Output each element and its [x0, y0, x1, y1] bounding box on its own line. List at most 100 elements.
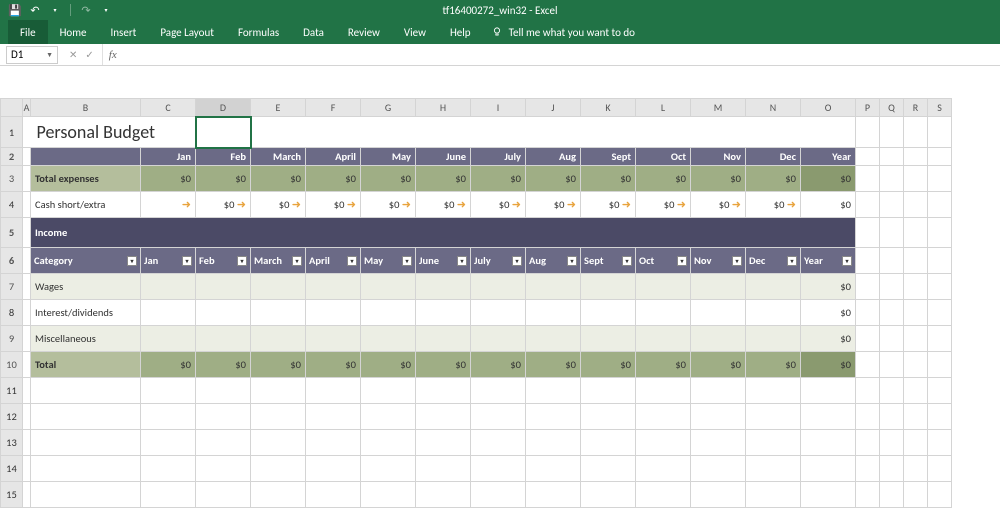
col-header-h[interactable]: H	[416, 99, 471, 117]
cell-value[interactable]: $0	[581, 166, 635, 191]
row-header[interactable]: 9	[1, 326, 23, 352]
row-header[interactable]: 7	[1, 274, 23, 300]
tab-review[interactable]: Review	[336, 20, 392, 44]
cell-value[interactable]: $0	[801, 300, 855, 325]
cell-value[interactable]: $0	[196, 166, 250, 191]
tab-page-layout[interactable]: Page Layout	[148, 20, 226, 44]
filter-dropdown-icon[interactable]: ▾	[512, 256, 522, 266]
filter-dropdown-icon[interactable]: ▾	[677, 256, 687, 266]
col-header-q[interactable]: Q	[880, 99, 904, 117]
col-header-n[interactable]: N	[746, 99, 801, 117]
filter-dropdown-icon[interactable]: ▾	[787, 256, 797, 266]
col-header-m[interactable]: M	[691, 99, 746, 117]
col-header-b[interactable]: B	[31, 99, 141, 117]
cell-value[interactable]: $0	[251, 166, 305, 191]
cell-value[interactable]: $0	[581, 352, 635, 377]
cell-value[interactable]: $0	[306, 352, 360, 377]
cell-value[interactable]: $0	[636, 352, 690, 377]
chevron-down-icon[interactable]: ▼	[46, 50, 53, 59]
row-header[interactable]: 15	[1, 482, 23, 508]
cell-value[interactable]: $0	[306, 166, 360, 191]
row-header[interactable]: 11	[1, 378, 23, 404]
cell-value[interactable]: $0	[251, 352, 305, 377]
undo-dropdown-icon[interactable]: ▾	[48, 3, 62, 17]
col-header-j[interactable]: J	[526, 99, 581, 117]
tab-file[interactable]: File	[8, 20, 48, 44]
tab-home[interactable]: Home	[48, 20, 99, 44]
spreadsheet-grid[interactable]: A B C D E F G H I J K L M N O P Q R S 1 …	[0, 98, 1000, 500]
row-header[interactable]: 5	[1, 218, 23, 248]
redo-icon[interactable]: ↷	[79, 3, 93, 17]
col-header-e[interactable]: E	[251, 99, 306, 117]
col-header-p[interactable]: P	[856, 99, 880, 117]
filter-dropdown-icon[interactable]: ▾	[182, 256, 192, 266]
filter-dropdown-icon[interactable]: ▾	[237, 256, 247, 266]
tab-data[interactable]: Data	[291, 20, 336, 44]
filter-dropdown-icon[interactable]: ▾	[567, 256, 577, 266]
active-cell[interactable]	[196, 117, 251, 148]
filter-dropdown-icon[interactable]: ▾	[127, 256, 137, 266]
row-header[interactable]: 3	[1, 166, 23, 192]
col-header-k[interactable]: K	[581, 99, 636, 117]
cell-value[interactable]: $0	[416, 352, 470, 377]
cell-value[interactable]: $0	[141, 166, 195, 191]
tab-formulas[interactable]: Formulas	[226, 20, 291, 44]
filter-dropdown-icon[interactable]: ▾	[457, 256, 467, 266]
tell-me-search[interactable]: Tell me what you want to do	[491, 26, 635, 39]
col-header-f[interactable]: F	[306, 99, 361, 117]
cell-value[interactable]: $0	[141, 352, 195, 377]
filter-dropdown-icon[interactable]: ▾	[292, 256, 302, 266]
filter-dropdown-icon[interactable]: ▾	[402, 256, 412, 266]
row-header[interactable]: 4	[1, 192, 23, 218]
cell-value[interactable]: $0	[801, 326, 855, 351]
cell-value[interactable]: $0	[361, 166, 415, 191]
cell-value[interactable]: $0	[746, 352, 800, 377]
cell-value[interactable]: $0	[526, 352, 580, 377]
col-header-d[interactable]: D	[196, 99, 251, 117]
fx-icon[interactable]: fx	[103, 49, 123, 61]
save-icon[interactable]: 💾	[8, 3, 22, 17]
col-header-o[interactable]: O	[801, 99, 856, 117]
row-header[interactable]: 8	[1, 300, 23, 326]
filter-dropdown-icon[interactable]: ▾	[622, 256, 632, 266]
filter-dropdown-icon[interactable]: ▾	[732, 256, 742, 266]
cell-value[interactable]: $0	[471, 352, 525, 377]
tab-insert[interactable]: Insert	[99, 20, 149, 44]
col-header-s[interactable]: S	[928, 99, 952, 117]
cancel-icon[interactable]: ✕	[69, 48, 77, 61]
col-header-a[interactable]: A	[23, 99, 31, 117]
select-all-corner[interactable]	[1, 99, 23, 117]
row-header[interactable]: 10	[1, 352, 23, 378]
cell-value[interactable]: $0	[636, 166, 690, 191]
filter-dropdown-icon[interactable]: ▾	[347, 256, 357, 266]
cell-value[interactable]: $0	[691, 166, 745, 191]
cell-value[interactable]: $0	[801, 166, 855, 191]
col-header-g[interactable]: G	[361, 99, 416, 117]
row-header[interactable]: 2	[1, 148, 23, 166]
row-header[interactable]: 14	[1, 456, 23, 482]
col-header-c[interactable]: C	[141, 99, 196, 117]
cell-value[interactable]: $0	[361, 352, 415, 377]
col-header-i[interactable]: I	[471, 99, 526, 117]
cell-value[interactable]: $0	[416, 166, 470, 191]
row-header[interactable]: 1	[1, 117, 23, 148]
cell-value[interactable]: $0	[691, 352, 745, 377]
cell-value[interactable]: $0	[196, 352, 250, 377]
cell-value[interactable]: $0	[471, 166, 525, 191]
filter-dropdown-icon[interactable]: ▾	[842, 256, 852, 266]
row-header[interactable]: 13	[1, 430, 23, 456]
row-header[interactable]: 12	[1, 404, 23, 430]
cell-value[interactable]: $0	[801, 352, 855, 377]
row-header[interactable]: 6	[1, 248, 23, 274]
tab-help[interactable]: Help	[438, 20, 483, 44]
cell-value[interactable]: $0	[526, 166, 580, 191]
col-header-l[interactable]: L	[636, 99, 691, 117]
confirm-icon[interactable]: ✓	[85, 48, 93, 61]
col-header-r[interactable]: R	[904, 99, 928, 117]
cell-value[interactable]: $0	[746, 166, 800, 191]
name-box[interactable]: D1 ▼	[6, 46, 58, 64]
cell-value[interactable]: $0	[801, 274, 855, 299]
tab-view[interactable]: View	[392, 20, 438, 44]
qat-customize-icon[interactable]: ▾	[99, 3, 113, 17]
formula-input[interactable]	[123, 44, 1000, 65]
